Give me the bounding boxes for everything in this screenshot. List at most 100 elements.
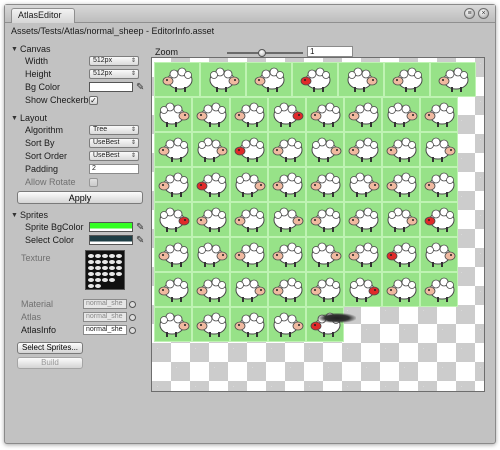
zoom-input[interactable]: 1 bbox=[307, 46, 353, 57]
sheep-sprite[interactable] bbox=[154, 132, 192, 167]
algorithm-row: Algorithm Tree ⇕ bbox=[11, 124, 147, 136]
sheep-sprite[interactable] bbox=[384, 62, 430, 97]
zoom-slider[interactable] bbox=[227, 49, 303, 57]
sheep-sprite[interactable] bbox=[230, 97, 268, 132]
sheep-sprite[interactable] bbox=[306, 97, 344, 132]
sheep-sprite[interactable] bbox=[420, 97, 458, 132]
sheep-sprite[interactable] bbox=[268, 97, 306, 132]
sheep-sprite[interactable] bbox=[344, 272, 382, 307]
sheep-sprite[interactable] bbox=[192, 202, 230, 237]
object-picker-icon[interactable] bbox=[129, 326, 136, 334]
sheep-sprite[interactable] bbox=[192, 167, 230, 202]
atlas-preview-canvas[interactable] bbox=[151, 57, 485, 392]
sheep-sprite[interactable] bbox=[192, 272, 230, 307]
sheep-sprite[interactable] bbox=[230, 307, 268, 342]
sheep-sprite[interactable] bbox=[192, 97, 230, 132]
sheep-sprite[interactable] bbox=[268, 272, 306, 307]
layout-section-header[interactable]: ▼ Layout bbox=[11, 112, 147, 124]
sheep-sprite[interactable] bbox=[154, 202, 192, 237]
padding-input[interactable]: 2 bbox=[89, 164, 139, 174]
sheep-sprite[interactable] bbox=[306, 237, 344, 272]
show-checkerboard-checkbox[interactable]: ✓ bbox=[89, 95, 98, 105]
bg-color-swatch[interactable] bbox=[89, 82, 133, 92]
sheep-sprite[interactable] bbox=[306, 272, 344, 307]
sheep-sprite[interactable] bbox=[344, 202, 382, 237]
sheep-sprite[interactable] bbox=[344, 237, 382, 272]
sheep-sprite[interactable] bbox=[344, 132, 382, 167]
foldout-arrow-icon[interactable]: ▼ bbox=[11, 46, 20, 53]
apply-button[interactable]: Apply bbox=[17, 191, 143, 204]
sort-order-select[interactable]: UseBest ⇕ bbox=[89, 151, 139, 161]
sheep-sprite[interactable] bbox=[268, 237, 306, 272]
zoom-slider-thumb[interactable] bbox=[257, 49, 266, 57]
sheep-sprite[interactable] bbox=[192, 237, 230, 272]
sheep-sprite[interactable] bbox=[382, 97, 420, 132]
material-input[interactable]: normal_she bbox=[83, 299, 127, 309]
sheep-sprite[interactable] bbox=[420, 202, 458, 237]
sheep-sprite[interactable] bbox=[338, 62, 384, 97]
sheep-sprite[interactable] bbox=[192, 307, 230, 342]
sheep-sprite[interactable] bbox=[268, 202, 306, 237]
sheep-sprite[interactable] bbox=[306, 202, 344, 237]
sheep-sprite[interactable] bbox=[230, 202, 268, 237]
sheep-sprite[interactable] bbox=[154, 97, 192, 132]
atlas-input[interactable]: normal_she bbox=[83, 312, 127, 322]
select-sprites-button[interactable]: Select Sprites... bbox=[17, 342, 83, 354]
sheep-sprite[interactable] bbox=[154, 307, 192, 342]
sheep-sprite[interactable] bbox=[306, 167, 344, 202]
sprite-bg-color-swatch[interactable] bbox=[89, 222, 133, 232]
sheep-sprite[interactable] bbox=[268, 132, 306, 167]
height-select[interactable]: 512px ⇕ bbox=[89, 69, 139, 79]
select-color-swatch[interactable] bbox=[89, 235, 133, 245]
atlas-editor-tab[interactable]: AtlasEditor bbox=[11, 8, 75, 23]
sheep-sprite[interactable] bbox=[382, 167, 420, 202]
sheep-sprite[interactable] bbox=[382, 132, 420, 167]
sheep-sprite[interactable] bbox=[246, 62, 292, 97]
width-select[interactable]: 512px ⇕ bbox=[89, 56, 139, 66]
eyedropper-icon[interactable]: ✎ bbox=[136, 82, 144, 93]
sheep-sprite[interactable] bbox=[268, 307, 306, 342]
sheep-sprite[interactable] bbox=[420, 237, 458, 272]
sheep-sprite[interactable] bbox=[154, 237, 192, 272]
sheep-sprite[interactable] bbox=[306, 132, 344, 167]
chevron-updown-icon: ⇕ bbox=[130, 140, 136, 146]
sheep-sprite[interactable] bbox=[192, 132, 230, 167]
eyedropper-icon[interactable]: ✎ bbox=[136, 222, 144, 233]
atlasinfo-input[interactable]: normal_she bbox=[83, 325, 127, 335]
sheep-sprite[interactable] bbox=[344, 97, 382, 132]
canvas-section-header[interactable]: ▼ Canvas bbox=[11, 43, 147, 55]
eyedropper-icon[interactable]: ✎ bbox=[136, 235, 144, 246]
foldout-arrow-icon[interactable]: ▼ bbox=[11, 212, 20, 219]
sheep-sprite[interactable] bbox=[154, 62, 200, 97]
foldout-arrow-icon[interactable]: ▼ bbox=[11, 115, 20, 122]
sheep-sprite[interactable] bbox=[382, 237, 420, 272]
menu-icon[interactable]: ≡ bbox=[464, 8, 475, 19]
object-picker-icon[interactable] bbox=[129, 313, 136, 321]
algorithm-value: Tree bbox=[93, 126, 108, 133]
sprites-section-header[interactable]: ▼ Sprites bbox=[11, 209, 147, 221]
sheep-sprite[interactable] bbox=[420, 132, 458, 167]
sheep-sprite[interactable] bbox=[154, 272, 192, 307]
sheep-sprite[interactable] bbox=[230, 237, 268, 272]
sprite-bg-color-field: ✎ bbox=[89, 222, 144, 233]
sheep-sprite[interactable] bbox=[344, 167, 382, 202]
sheep-sprite[interactable] bbox=[292, 62, 338, 97]
close-icon[interactable]: × bbox=[478, 8, 489, 19]
algorithm-select[interactable]: Tree ⇕ bbox=[89, 125, 139, 135]
sheep-sprite[interactable] bbox=[420, 167, 458, 202]
sort-by-select[interactable]: UseBest ⇕ bbox=[89, 138, 139, 148]
shadow-sprite[interactable] bbox=[318, 313, 356, 323]
sheep-sprite[interactable] bbox=[430, 62, 476, 97]
sheep-sprite[interactable] bbox=[230, 167, 268, 202]
sheep-sprite[interactable] bbox=[154, 167, 192, 202]
sheep-sprite[interactable] bbox=[200, 62, 246, 97]
object-picker-icon[interactable] bbox=[129, 300, 136, 308]
sprite-row bbox=[154, 62, 476, 97]
sheep-sprite[interactable] bbox=[382, 272, 420, 307]
sheep-sprite[interactable] bbox=[420, 272, 458, 307]
sheep-sprite[interactable] bbox=[268, 167, 306, 202]
sheep-sprite[interactable] bbox=[230, 132, 268, 167]
texture-preview[interactable] bbox=[85, 250, 125, 290]
sheep-sprite[interactable] bbox=[230, 272, 268, 307]
sheep-sprite[interactable] bbox=[382, 202, 420, 237]
